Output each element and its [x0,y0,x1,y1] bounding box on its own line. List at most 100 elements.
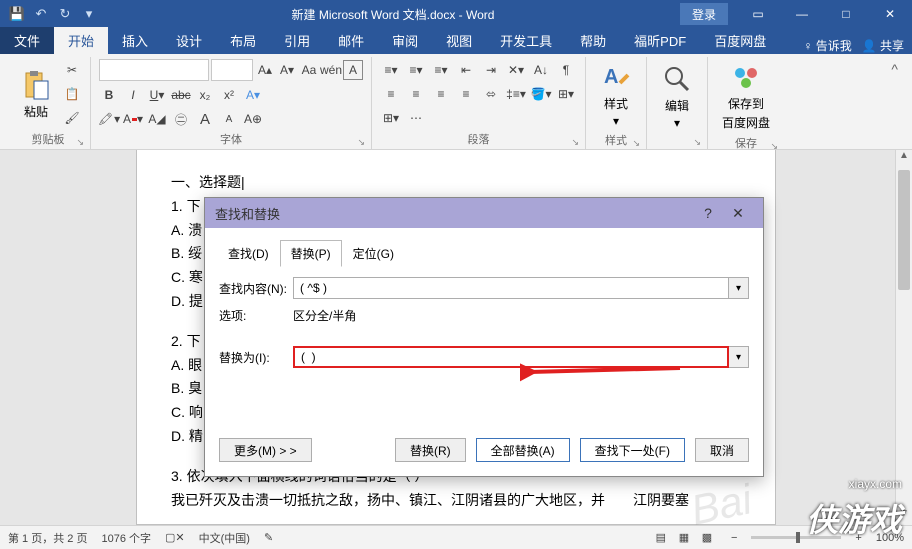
login-button[interactable]: 登录 [680,3,728,25]
tab-file[interactable]: 文件 [0,27,54,54]
multilevel-icon[interactable]: ≡▾ [430,60,452,80]
tab-foxit[interactable]: 福昕PDF [620,27,700,54]
vertical-scrollbar[interactable]: ▲ ▼ [895,150,912,525]
zoom-in-icon[interactable]: + [855,532,861,544]
snap-grid-icon[interactable]: ⊞▾ [380,108,402,128]
undo-icon[interactable]: ↶ [30,3,52,25]
grow-font-2-icon[interactable]: A [195,109,215,129]
format-painter-icon[interactable]: 🖌 [62,108,82,128]
zoom-slider[interactable] [751,536,841,539]
phonetic-icon[interactable]: wén [321,60,341,80]
cancel-button[interactable]: 取消 [695,438,749,462]
zoom-out-icon[interactable]: − [731,532,737,544]
dialog-tab-replace[interactable]: 替换(P) [280,240,342,267]
tab-developer[interactable]: 开发工具 [486,27,566,54]
status-page[interactable]: 第 1 页，共 2 页 [8,530,87,546]
dialog-help-icon[interactable]: ? [693,205,723,221]
paste-button[interactable]: 粘贴 [14,65,58,124]
editing-button[interactable]: 编辑▾ [655,59,699,134]
borders-icon[interactable]: ⊞▾ [555,84,577,104]
bold-button[interactable]: B [99,85,119,105]
scroll-up-icon[interactable]: ▲ [896,150,912,167]
numbering-icon[interactable]: ≡▾ [405,60,427,80]
tab-view[interactable]: 视图 [432,27,486,54]
tab-help[interactable]: 帮助 [566,27,620,54]
font-color-button[interactable]: A▾ [123,109,143,129]
tab-home[interactable]: 开始 [54,27,108,54]
share-button[interactable]: 👤 共享 [862,37,904,54]
scroll-down-icon[interactable]: ▼ [896,508,912,525]
underline-button[interactable]: U▾ [147,85,167,105]
change-case-icon[interactable]: A⊕ [243,109,263,129]
para-more-icon[interactable]: ⋯ [405,108,427,128]
align-left-icon[interactable]: ≡ [380,84,402,104]
align-right-icon[interactable]: ≡ [430,84,452,104]
tab-insert[interactable]: 插入 [108,27,162,54]
text-effects-icon[interactable]: A▾ [243,85,263,105]
redo-icon[interactable]: ↻ [54,3,76,25]
minimize-icon[interactable]: — [780,0,824,28]
align-center-icon[interactable]: ≡ [405,84,427,104]
clear-format-icon[interactable]: Aa [299,60,319,80]
justify-icon[interactable]: ≡ [455,84,477,104]
line-spacing-icon[interactable]: ‡≡▾ [505,84,527,104]
shrink-font-2-icon[interactable]: A [219,109,239,129]
status-language[interactable]: 中文(中国) [199,530,250,546]
status-wordcount[interactable]: 1076 个字 [101,530,151,546]
character-border-icon[interactable]: A [343,60,363,80]
replace-input[interactable] [293,346,729,368]
dialog-titlebar[interactable]: 查找和替换 ? ✕ [205,198,763,228]
qat-more-icon[interactable]: ▾ [78,3,100,25]
styles-button[interactable]: A 样式▾ [594,57,638,132]
baidu-save-button[interactable]: 保存到 百度网盘 [716,57,776,135]
tell-me[interactable]: ♀ 告诉我 [803,37,851,54]
find-input[interactable] [293,277,729,299]
tab-layout[interactable]: 布局 [216,27,270,54]
tab-review[interactable]: 审阅 [378,27,432,54]
web-layout-icon[interactable]: ▩ [697,531,717,544]
more-button[interactable]: 更多(M) > > [219,438,312,462]
scroll-thumb[interactable] [898,170,910,290]
zoom-percent[interactable]: 100% [876,532,904,544]
enclose-characters-icon[interactable]: ㊁ [171,109,191,129]
tab-baidu[interactable]: 百度网盘 [700,27,780,54]
ribbon-options-icon[interactable]: ▭ [736,0,780,28]
font-size-combo[interactable] [211,59,253,81]
strikethrough-button[interactable]: abc [171,85,191,105]
replace-all-button[interactable]: 全部替换(A) [476,438,570,462]
sort-icon[interactable]: A↓ [530,60,552,80]
status-insert-icon[interactable]: ✎ [264,531,273,544]
asian-layout-icon[interactable]: ✕▾ [505,60,527,80]
subscript-button[interactable]: x₂ [195,85,215,105]
grow-font-icon[interactable]: A▴ [255,60,275,80]
tab-design[interactable]: 设计 [162,27,216,54]
font-name-combo[interactable] [99,59,209,81]
show-marks-icon[interactable]: ¶ [555,60,577,80]
read-mode-icon[interactable]: ▤ [651,531,671,544]
tab-references[interactable]: 引用 [270,27,324,54]
find-next-button[interactable]: 查找下一处(F) [580,438,685,462]
dialog-tab-goto[interactable]: 定位(G) [342,240,405,267]
shrink-font-icon[interactable]: A▾ [277,60,297,80]
collapse-ribbon-icon[interactable]: ^ [883,57,906,149]
save-icon[interactable]: 💾 [6,3,28,25]
italic-button[interactable]: I [123,85,143,105]
find-dropdown-icon[interactable]: ▾ [729,277,749,299]
increase-indent-icon[interactable]: ⇥ [480,60,502,80]
distribute-icon[interactable]: ⬄ [480,84,502,104]
bullets-icon[interactable]: ≡▾ [380,60,402,80]
tab-mailings[interactable]: 邮件 [324,27,378,54]
highlight-button[interactable]: 🖍▾ [99,109,119,129]
character-shading-icon[interactable]: A◢ [147,109,167,129]
replace-button[interactable]: 替换(R) [395,438,466,462]
cut-icon[interactable]: ✂ [62,60,82,80]
status-spellcheck-icon[interactable]: ▢✕ [165,531,185,544]
close-icon[interactable]: ✕ [868,0,912,28]
superscript-button[interactable]: x² [219,85,239,105]
dialog-tab-find[interactable]: 查找(D) [217,240,280,267]
dialog-close-icon[interactable]: ✕ [723,205,753,222]
copy-icon[interactable]: 📋 [62,84,82,104]
decrease-indent-icon[interactable]: ⇤ [455,60,477,80]
replace-dropdown-icon[interactable]: ▾ [729,346,749,368]
shading-icon[interactable]: 🪣▾ [530,84,552,104]
